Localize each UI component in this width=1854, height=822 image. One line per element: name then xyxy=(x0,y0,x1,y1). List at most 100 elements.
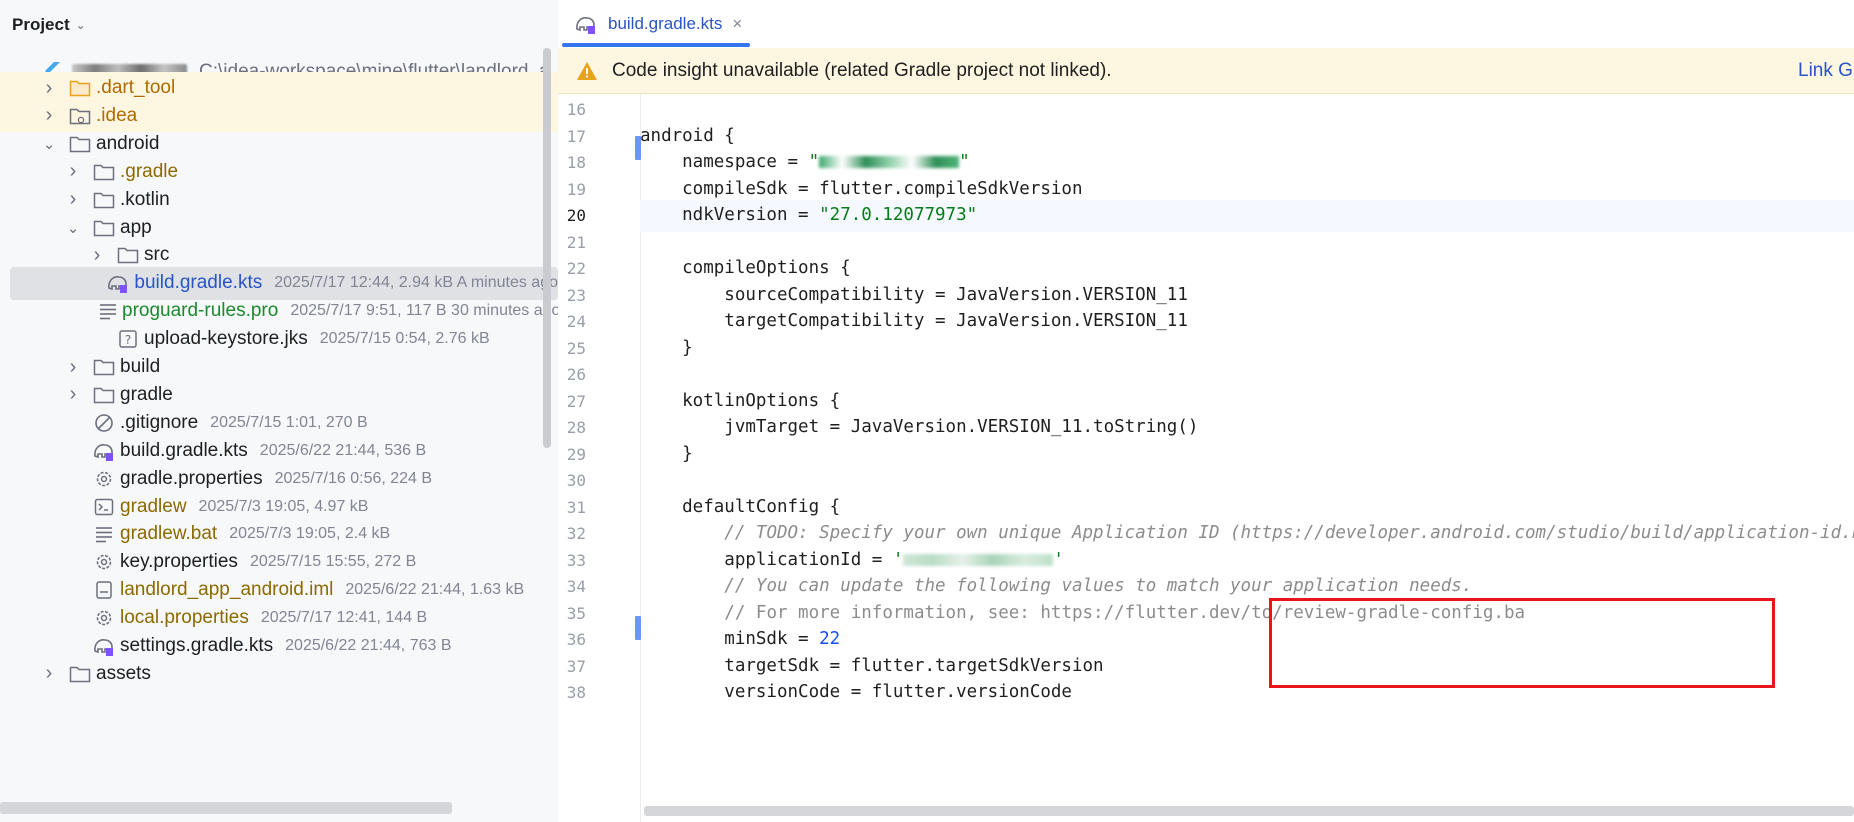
quote: ' xyxy=(892,549,904,570)
ignore-file-icon xyxy=(92,412,116,434)
redacted-namespace xyxy=(819,156,960,168)
tree-item-meta: 2025/6/22 21:44, 1.63 kB xyxy=(345,581,525,599)
project-panel-header[interactable]: Project ⌄ xyxy=(0,0,558,50)
quote: ' xyxy=(1053,549,1064,570)
tree-item-label: key.properties xyxy=(120,551,238,573)
tree-item-label: assets xyxy=(96,662,151,684)
code-text: versionCode = flutter.versionCode xyxy=(640,682,1072,702)
folder-icon xyxy=(116,244,140,266)
folder-icon xyxy=(92,384,116,406)
tree-item-label: gradlew xyxy=(120,495,187,517)
highlight-annotation-box xyxy=(1269,598,1775,688)
tree-item-label: upload-keystore.jks xyxy=(144,328,308,350)
editor-tab-bar: build.gradle.kts × xyxy=(558,0,1854,49)
tree-item-label: local.properties xyxy=(120,607,249,629)
project-vertical-scrollbar[interactable] xyxy=(543,48,551,448)
chevron-right-icon[interactable]: › xyxy=(40,662,58,685)
tree-item-label: gradle xyxy=(120,383,173,405)
chevron-right-icon[interactable]: › xyxy=(40,77,58,100)
tree-item-meta: 2025/6/22 21:44, 536 B xyxy=(259,441,427,459)
line-number[interactable]: 38 xyxy=(558,677,586,709)
tree-item-label: proguard-rules.pro xyxy=(122,300,279,322)
code-text: minSdk = xyxy=(640,629,820,649)
redacted-application-id xyxy=(903,553,1054,566)
tree-item-label: src xyxy=(144,244,170,266)
code-text: sourceCompatibility = JavaVersion.VERSIO… xyxy=(640,284,1188,305)
tree-item-label: app xyxy=(120,216,152,238)
folder-icon xyxy=(92,356,116,378)
tab-label[interactable]: build.gradle.kts xyxy=(608,14,722,34)
code-text: } xyxy=(640,443,693,464)
tree-item-meta: 2025/7/17 12:44, 2.94 kB A minutes ago xyxy=(274,274,558,292)
tree-item-meta: 2025/7/17 12:41, 144 B xyxy=(260,609,428,627)
tree-item-label: gradlew.bat xyxy=(120,523,218,545)
chevron-right-icon[interactable]: › xyxy=(64,188,82,211)
close-icon[interactable]: × xyxy=(732,14,742,34)
text-file-icon xyxy=(98,300,118,322)
link-gradle-project-link[interactable]: Link G xyxy=(1798,60,1853,82)
chevron-right-icon[interactable]: › xyxy=(88,244,106,267)
comment-text: // You can update the following values t… xyxy=(724,576,1473,596)
folder-orange-icon xyxy=(68,77,92,99)
active-tab-indicator xyxy=(562,43,750,47)
chevron-down-icon[interactable]: ⌄ xyxy=(76,18,86,32)
tab-build-gradle-kts[interactable]: build.gradle.kts × xyxy=(566,0,742,48)
code-text: compileSdk = flutter.compileSdkVersion xyxy=(640,178,1083,199)
tree-item-meta: 2025/7/15 0:54, 2.76 kB xyxy=(319,330,490,348)
string-literal: "27.0.12077973" xyxy=(819,205,978,225)
tree-item-meta: 2025/7/15 15:55, 272 B xyxy=(249,553,417,571)
gear-file-icon xyxy=(92,551,116,573)
tree-item-label: settings.gradle.kts xyxy=(120,635,274,656)
tree-item-label: .dart_tool xyxy=(96,77,176,98)
tree-item[interactable]: › assets xyxy=(0,657,558,690)
code-text: kotlinOptions { xyxy=(640,390,841,411)
code-text: defaultConfig { xyxy=(640,496,841,517)
chevron-right-icon[interactable]: › xyxy=(64,356,82,379)
tree-item-label: build xyxy=(120,356,161,377)
gear-file-icon xyxy=(92,607,116,629)
chevron-right-icon[interactable]: › xyxy=(40,104,58,127)
unknown-file-icon: ? xyxy=(116,328,140,350)
chevron-right-icon[interactable]: › xyxy=(64,160,82,183)
tree-item-meta: 2025/7/17 9:51, 117 B 30 minutes ago xyxy=(290,302,559,320)
folder-icon xyxy=(68,663,92,685)
string-literal: ' ' xyxy=(893,550,1064,570)
line-number-gutter[interactable]: 16 17 18 19 20 21 22 23 24 25 26 27 28 29 30 31 32 33 34 35… xyxy=(558,94,641,822)
tree-item-meta: 2025/7/3 19:05, 4.97 kB xyxy=(198,497,369,515)
code-text: android { xyxy=(640,125,735,146)
tree-item-label: build.gradle.kts xyxy=(134,272,263,294)
code-text: } xyxy=(640,337,693,358)
module-file-icon xyxy=(92,579,116,601)
code-text: namespace = xyxy=(640,152,809,172)
chevron-right-icon[interactable]: › xyxy=(64,383,82,406)
tree-item-label: build.gradle.kts xyxy=(120,439,248,461)
project-horizontal-scrollbar[interactable] xyxy=(0,802,452,814)
code-text: jvmTarget = JavaVersion.VERSION_11.toStr… xyxy=(640,417,1199,437)
code-editor[interactable]: android { namespace = " " compileSdk = fl… xyxy=(640,94,1854,822)
code-text: targetCompatibility = JavaVersion.VERSIO… xyxy=(640,311,1188,331)
tree-item-meta: 2025/7/3 19:05, 2.4 kB xyxy=(229,525,391,543)
gradle-elephant-icon xyxy=(574,13,598,35)
code-text: compileOptions { xyxy=(640,258,851,278)
text-file-icon xyxy=(92,523,116,545)
chevron-down-icon[interactable]: ⌄ xyxy=(64,219,82,237)
quote: " xyxy=(808,152,820,172)
editor-horizontal-scrollbar[interactable] xyxy=(644,806,1854,816)
chevron-down-icon[interactable]: ⌄ xyxy=(40,135,58,153)
quote: " xyxy=(959,152,970,172)
code-text: targetSdk = flutter.targetSdkVersion xyxy=(640,655,1104,676)
project-panel: Project ⌄ ⌄ C:\idea-workspace\mine\flutt… xyxy=(0,0,559,822)
tree-item-meta: 2025/7/16 0:56, 224 B xyxy=(274,469,433,487)
tree-item-label: android xyxy=(96,132,160,154)
folder-icon xyxy=(92,189,116,211)
tree-item-label: .gradle xyxy=(120,160,179,182)
notification-banner: Code insight unavailable (related Gradle… xyxy=(558,48,1854,94)
gradle-elephant-icon xyxy=(106,272,130,294)
editor-pane: build.gradle.kts × Code insight unavaila… xyxy=(558,0,1854,822)
folder-icon xyxy=(92,217,116,239)
project-panel-title[interactable]: Project xyxy=(12,15,70,35)
folder-settings-icon xyxy=(68,105,92,127)
gradle-elephant-icon xyxy=(92,440,116,462)
